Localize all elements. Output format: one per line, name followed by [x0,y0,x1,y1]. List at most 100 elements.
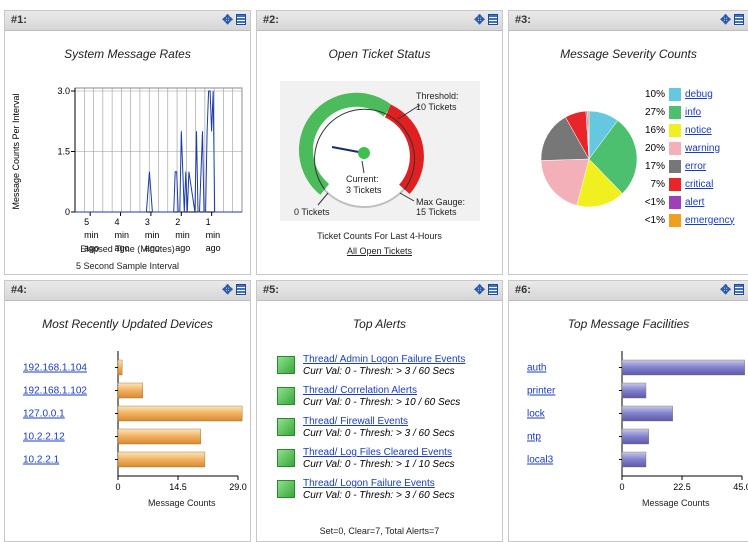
legend-swatch [669,87,681,101]
current-value: 3 Tickets [346,185,382,195]
alerts-list: Thread/ Admin Logon Failure Events Curr V… [277,354,465,509]
legend-row: 10% debug [635,87,734,101]
x-tick-min: min [175,230,190,240]
legend-link-debug[interactable]: debug [685,89,713,100]
move-icon[interactable]: ✥ [720,13,731,26]
bar-local3 [621,451,647,468]
panel-number: #6: [515,284,531,296]
move-icon[interactable]: ✥ [222,13,233,26]
bar-auth [621,359,745,376]
list-icon[interactable] [734,284,744,295]
legend-row: <1% emergency [635,213,734,227]
alert-link[interactable]: Thread/ Firewall Events [303,416,455,427]
x-axis-label: Elapsed Time (Minutes) [80,244,175,254]
alert-detail: Curr Val: 0 - Thresh: > 10 / 60 Secs [303,397,461,408]
move-icon[interactable]: ✥ [474,283,485,296]
panel-system-message-rates: #1: ✥ System Message Rates 3.0 1.5 0 Messag… [4,10,251,275]
move-icon[interactable]: ✥ [474,13,485,26]
alert-link[interactable]: Thread/ Admin Logon Failure Events [303,354,465,365]
list-icon[interactable] [488,284,498,295]
legend-row: 7% critical [635,177,734,191]
legend-link-emergency[interactable]: emergency [685,215,734,226]
legend-link-alert[interactable]: alert [685,197,704,208]
panel-header: #6: ✥ [509,281,748,301]
panel-open-ticket-status: #2: ✥ Open Ticket Status Threshold: 10 T… [256,10,503,275]
category-link-printer[interactable]: printer [527,386,556,397]
y-tick-label: 3.0 [57,86,70,96]
x-tick-number: 2 [175,217,180,227]
chart-footnote: 5 Second Sample Interval [75,261,180,271]
legend-link-info[interactable]: info [685,107,701,118]
legend-row: 27% info [635,105,734,119]
alert-link[interactable]: Thread/ Logon Failure Events [303,478,455,489]
legend-link-error[interactable]: error [685,161,706,172]
alert-item: Thread/ Log Files Cleared Events Curr Val… [277,447,465,478]
legend-swatch [669,141,681,155]
alert-text: Thread/ Firewall Events Curr Val: 0 - Thr… [303,416,455,439]
panel-number: #5: [263,284,279,296]
threshold-label: Threshold: [416,91,459,101]
list-icon[interactable] [488,14,498,25]
alerts-summary: Set=0, Clear=7, Total Alerts=7 [319,526,440,536]
alert-item: Thread/ Admin Logon Failure Events Curr V… [277,354,465,385]
move-icon[interactable]: ✥ [222,283,233,296]
x-tick-min: min [145,230,160,240]
alert-status-icon [277,418,295,436]
x-tick-number: 4 [115,217,120,227]
category-link-127.0.0.1[interactable]: 127.0.0.1 [23,409,65,420]
x-tick-label: 45.0 [733,482,748,492]
bar-ntp [621,428,649,445]
message-rates-chart: 3.01.50Message Counts Per Interval5minag… [11,86,243,253]
zero-label: 0 Tickets [294,207,330,217]
legend-swatch [669,105,681,119]
facilities-bar-chart: auth printer lock ntp local3 0 22.5 45.0 [527,351,748,492]
panel-title: Most Recently Updated Devices [42,317,213,331]
legend-link-warning[interactable]: warning [685,143,720,154]
max-value: 15 Tickets [416,207,457,217]
alert-link[interactable]: Thread/ Correlation Alerts [303,385,460,396]
panel-title: Message Severity Counts [560,47,697,61]
category-link-local3[interactable]: local3 [527,455,554,466]
panel-title: Open Ticket Status [328,47,431,61]
legend-link-notice[interactable]: notice [685,125,712,136]
x-axis-label: Message Counts [642,498,710,508]
category-link-192.168.1.102[interactable]: 192.168.1.102 [23,386,87,397]
legend-swatch [669,177,681,191]
category-link-192.168.1.104[interactable]: 192.168.1.104 [23,363,87,374]
bar-127.0.0.1 [117,405,243,422]
list-icon[interactable] [734,14,744,25]
legend-row: 20% warning [635,141,734,155]
x-tick-label: 0 [619,482,624,492]
x-tick-label: 29.0 [229,482,247,492]
legend-swatch [669,195,681,209]
alert-status-icon [277,480,295,498]
list-icon[interactable] [236,14,246,25]
y-tick-label: 1.5 [57,147,70,157]
panel-number: #1: [11,14,27,26]
x-tick-label: 22.5 [673,482,691,492]
x-tick-number: 1 [206,217,211,227]
x-tick-number: 5 [84,217,89,227]
category-link-ntp[interactable]: ntp [527,432,541,443]
all-open-tickets-link[interactable]: All Open Tickets [257,246,502,256]
category-link-lock[interactable]: lock [527,409,546,420]
category-link-auth[interactable]: auth [527,363,546,374]
category-link-10.2.2.1[interactable]: 10.2.2.1 [23,455,60,466]
panel-title: Top Alerts [352,317,407,331]
bar-192.168.1.102 [117,382,144,399]
gauge-hub [358,147,370,159]
category-link-10.2.2.12[interactable]: 10.2.2.12 [23,432,65,443]
current-label: Current: [346,174,379,184]
alert-item: Thread/ Firewall Events Curr Val: 0 - Thr… [277,416,465,447]
list-icon[interactable] [236,284,246,295]
move-icon[interactable]: ✥ [720,283,731,296]
legend-link-critical[interactable]: critical [685,179,713,190]
bar-10.2.2.12 [117,428,201,445]
panel-number: #2: [263,14,279,26]
panel-top-message-facilities: #6: ✥ Top Message Facilities auth printer… [508,280,748,542]
x-tick-min: min [206,230,221,240]
max-label: Max Gauge: [416,197,466,207]
x-tick-number: 3 [145,217,150,227]
alert-link[interactable]: Thread/ Log Files Cleared Events [303,447,455,458]
y-axis-label: Message Counts Per Interval [11,93,21,209]
